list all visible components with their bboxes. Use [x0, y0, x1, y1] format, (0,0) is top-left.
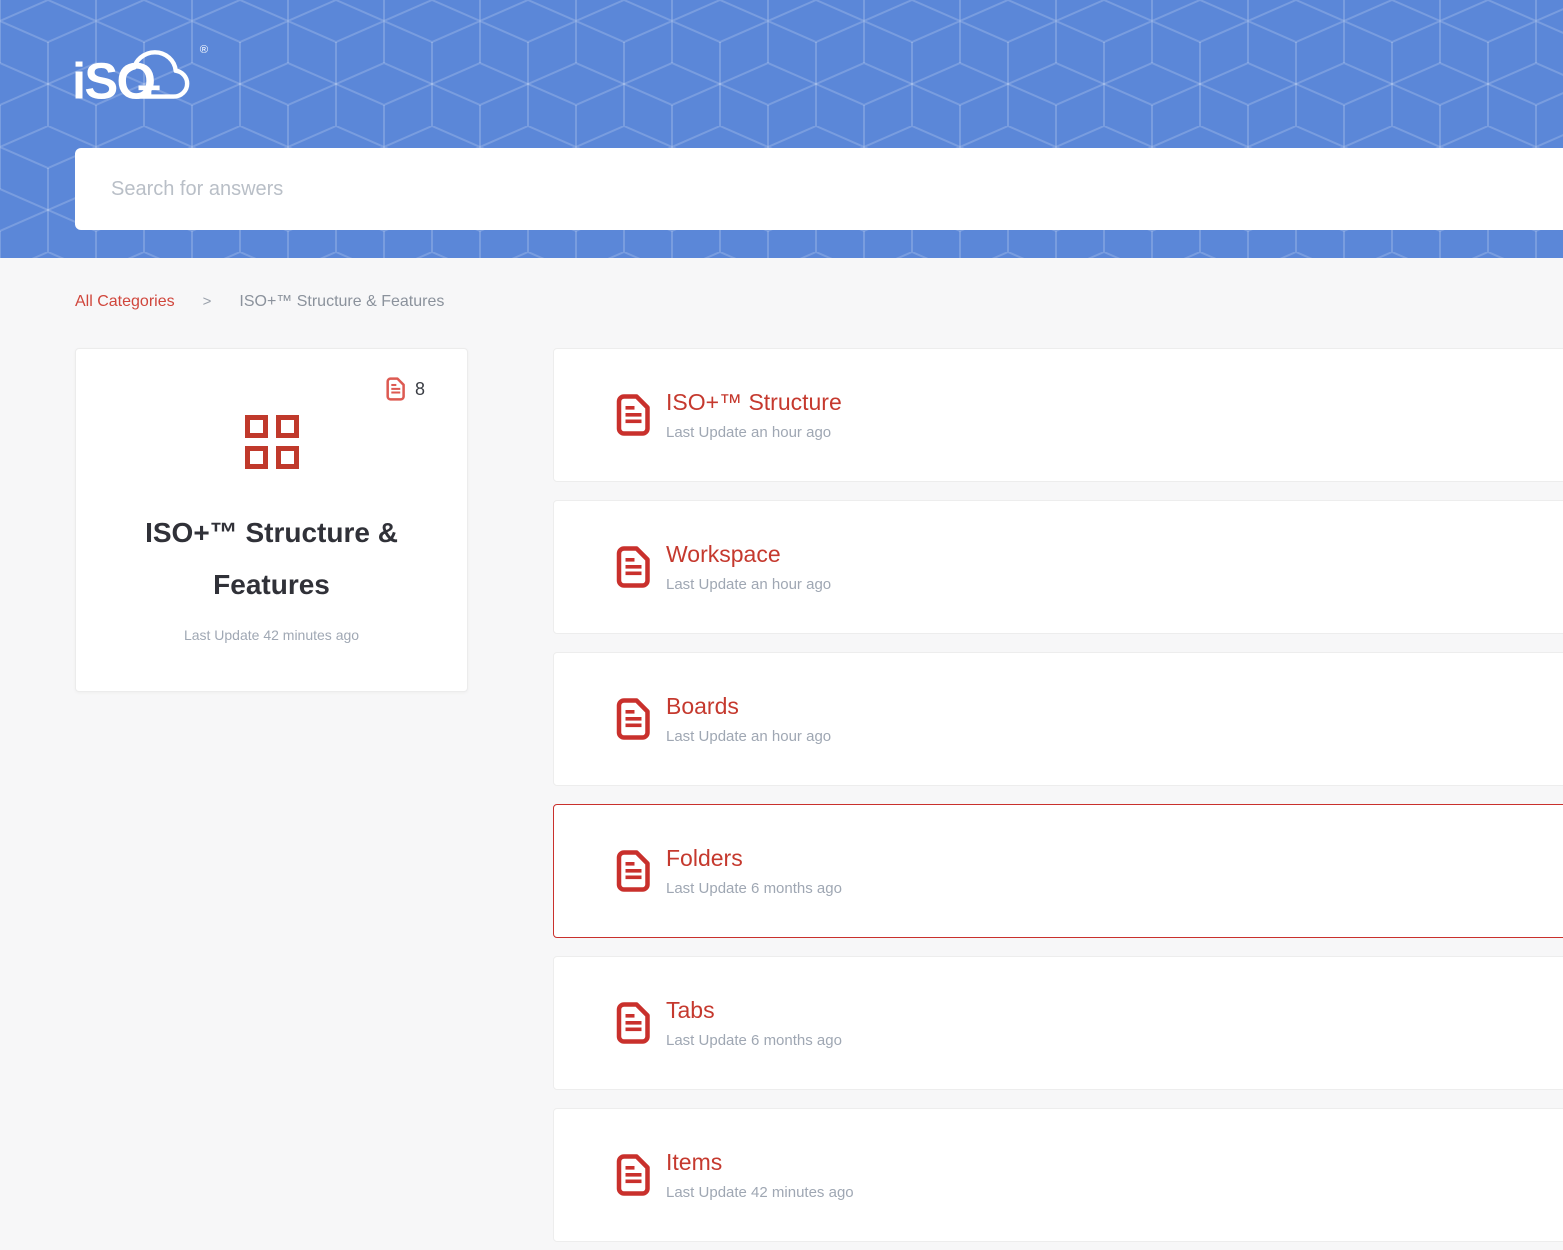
document-icon — [616, 698, 650, 740]
article-card[interactable]: ISO+™ Structure Last Update an hour ago — [553, 348, 1563, 482]
content-columns: 8 ISO+™ Structure & Features Last Update… — [75, 348, 1563, 1242]
article-title-link[interactable]: Tabs — [666, 997, 842, 1024]
article-card[interactable]: Boards Last Update an hour ago — [553, 652, 1563, 786]
category-title: ISO+™ Structure & Features — [145, 517, 398, 600]
article-card[interactable]: Items Last Update 42 minutes ago — [553, 1108, 1563, 1242]
grid-icon-square — [275, 446, 299, 469]
breadcrumb: All Categories > ISO+™ Structure & Featu… — [75, 292, 1563, 311]
article-title-link[interactable]: Folders — [666, 845, 842, 872]
article-title-link[interactable]: ISO+™ Structure — [666, 389, 842, 416]
article-last-update: Last Update an hour ago — [666, 576, 832, 593]
article-title-link[interactable]: Items — [666, 1149, 854, 1176]
breadcrumb-chevron-icon: > — [202, 293, 212, 310]
article-last-update: Last Update an hour ago — [666, 424, 832, 441]
article-card[interactable]: Tabs Last Update 6 months ago — [553, 956, 1563, 1090]
logo-plus: + — [137, 64, 162, 111]
document-icon — [616, 1154, 650, 1196]
article-list: ISO+™ Structure Last Update an hour ago … — [553, 348, 1563, 1242]
article-last-update: Last Update an hour ago — [666, 728, 832, 745]
document-icon — [616, 394, 650, 436]
article-text: Tabs Last Update 6 months ago — [650, 997, 842, 1049]
grid-icon-square — [275, 415, 299, 438]
search-input[interactable] — [75, 148, 1563, 230]
document-icon — [616, 850, 650, 892]
document-icon — [616, 546, 650, 588]
breadcrumb-all-categories[interactable]: All Categories — [75, 293, 175, 311]
article-last-update: Last Update 42 minutes ago — [666, 1184, 854, 1201]
article-text: Boards Last Update an hour ago — [650, 693, 831, 745]
document-icon — [616, 1002, 650, 1044]
document-icon — [386, 377, 405, 401]
article-last-update: Last Update 6 months ago — [666, 1032, 842, 1049]
article-count-badge: 8 — [386, 377, 425, 401]
article-text: Folders Last Update 6 months ago — [650, 845, 842, 897]
article-text: ISO+™ Structure Last Update an hour ago — [650, 389, 842, 441]
registered-mark: ® — [200, 44, 209, 56]
grid-icon-square — [244, 415, 268, 438]
article-title-link[interactable]: Workspace — [666, 541, 831, 568]
article-card[interactable]: Folders Last Update 6 months ago — [553, 804, 1563, 938]
article-count: 8 — [414, 378, 425, 399]
category-last-update: Last Update 42 minutes ago — [183, 627, 360, 643]
grid-icon — [244, 415, 299, 469]
article-card[interactable]: Workspace Last Update an hour ago — [553, 500, 1563, 634]
article-text: Workspace Last Update an hour ago — [650, 541, 831, 593]
header-banner: iSO + ® — [0, 0, 1563, 258]
logo[interactable]: iSO + ® — [72, 24, 212, 124]
breadcrumb-current: ISO+™ Structure & Features — [239, 292, 445, 310]
logo-graphic: iSO + ® — [72, 44, 209, 111]
article-last-update: Last Update 6 months ago — [666, 880, 842, 897]
grid-icon-square — [244, 446, 268, 469]
article-text: Items Last Update 42 minutes ago — [650, 1149, 854, 1201]
main-content: All Categories > ISO+™ Structure & Featu… — [0, 258, 1563, 1242]
category-card[interactable]: 8 ISO+™ Structure & Features Last Update… — [75, 348, 468, 692]
article-title-link[interactable]: Boards — [666, 693, 831, 720]
